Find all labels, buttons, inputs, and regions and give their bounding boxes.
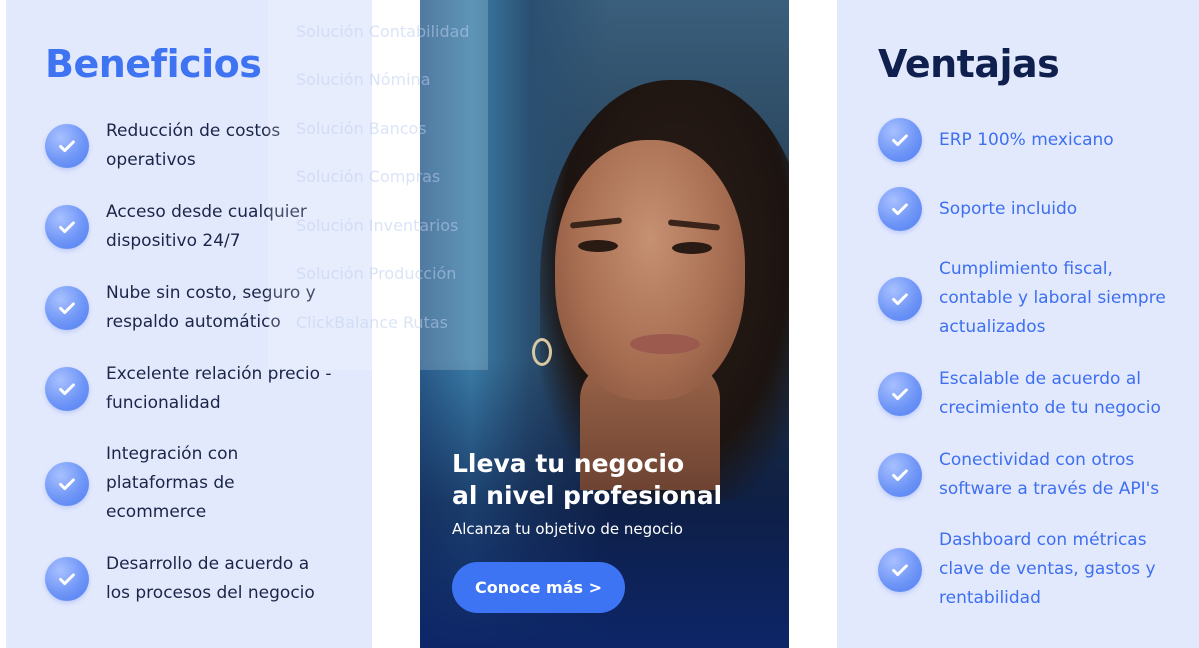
check-circle-icon xyxy=(45,557,89,601)
ventaja-item: Conectividad con otros software a través… xyxy=(878,446,1159,504)
ventaja-text: Escalable de acuerdo al crecimiento de t… xyxy=(939,369,1161,418)
ventaja-text: Soporte incluido xyxy=(939,198,1078,219)
ventaja-item: Soporte incluido xyxy=(878,187,1077,231)
solutions-menu: Solución Contabilidad Solución Nómina So… xyxy=(268,0,488,370)
beneficios-title: Beneficios xyxy=(45,42,262,86)
check-circle-icon xyxy=(45,461,89,506)
menu-item-nomina[interactable]: Solución Nómina xyxy=(296,70,431,89)
hero-photo-lips xyxy=(630,334,700,354)
ventaja-item: Cumplimiento fiscal, contable y laboral … xyxy=(878,255,1166,342)
check-circle-icon xyxy=(878,372,922,416)
menu-item-contabilidad[interactable]: Solución Contabilidad xyxy=(296,22,470,41)
check-circle-icon xyxy=(45,367,89,411)
ventaja-text: Cumplimiento fiscal, contable y laboral … xyxy=(939,259,1166,337)
ventaja-text: Conectividad con otros software a través… xyxy=(939,450,1160,499)
beneficio-item: Integración con plataformas de ecommerce xyxy=(45,440,238,527)
hero-subtitle: Alcanza tu objetivo de negocio xyxy=(452,520,683,538)
check-circle-icon xyxy=(878,276,922,321)
check-circle-icon xyxy=(45,205,89,249)
menu-item-rutas[interactable]: ClickBalance Rutas xyxy=(296,313,448,332)
menu-item-produccion[interactable]: Solución Producción xyxy=(296,264,456,283)
ventaja-item: Dashboard con métricas clave de ventas, … xyxy=(878,526,1156,613)
menu-item-inventarios[interactable]: Solución Inventarios xyxy=(296,216,458,235)
beneficio-text: Reducción de costos operativos xyxy=(106,121,281,170)
menu-item-compras[interactable]: Solución Compras xyxy=(296,167,440,186)
check-circle-icon xyxy=(878,453,922,497)
ventaja-item: Escalable de acuerdo al crecimiento de t… xyxy=(878,365,1161,423)
beneficio-item: Reducción de costos operativos xyxy=(45,117,280,175)
conoce-mas-button[interactable]: Conoce más > xyxy=(452,562,625,613)
menu-item-bancos[interactable]: Solución Bancos xyxy=(296,119,427,138)
ventaja-text: ERP 100% mexicano xyxy=(939,129,1114,150)
hero-title: Lleva tu negocio al nivel profesional xyxy=(452,449,723,510)
ventaja-text: Dashboard con métricas clave de ventas, … xyxy=(939,530,1156,608)
check-circle-icon xyxy=(45,286,89,330)
check-circle-icon xyxy=(878,118,922,162)
check-circle-icon xyxy=(878,547,922,592)
hero-photo-earring xyxy=(532,338,552,366)
check-circle-icon xyxy=(45,124,89,168)
hero-photo-eye xyxy=(578,240,618,252)
hero-photo-face xyxy=(555,140,745,400)
beneficio-item: Desarrollo de acuerdo a los procesos del… xyxy=(45,550,315,608)
ventajas-title: Ventajas xyxy=(878,42,1060,86)
beneficio-text: Integración con plataformas de ecommerce xyxy=(106,444,239,522)
check-circle-icon xyxy=(878,187,922,231)
hero-photo-eye xyxy=(672,242,712,254)
beneficio-text: Desarrollo de acuerdo a los procesos del… xyxy=(106,554,315,603)
ventaja-item: ERP 100% mexicano xyxy=(878,118,1114,162)
